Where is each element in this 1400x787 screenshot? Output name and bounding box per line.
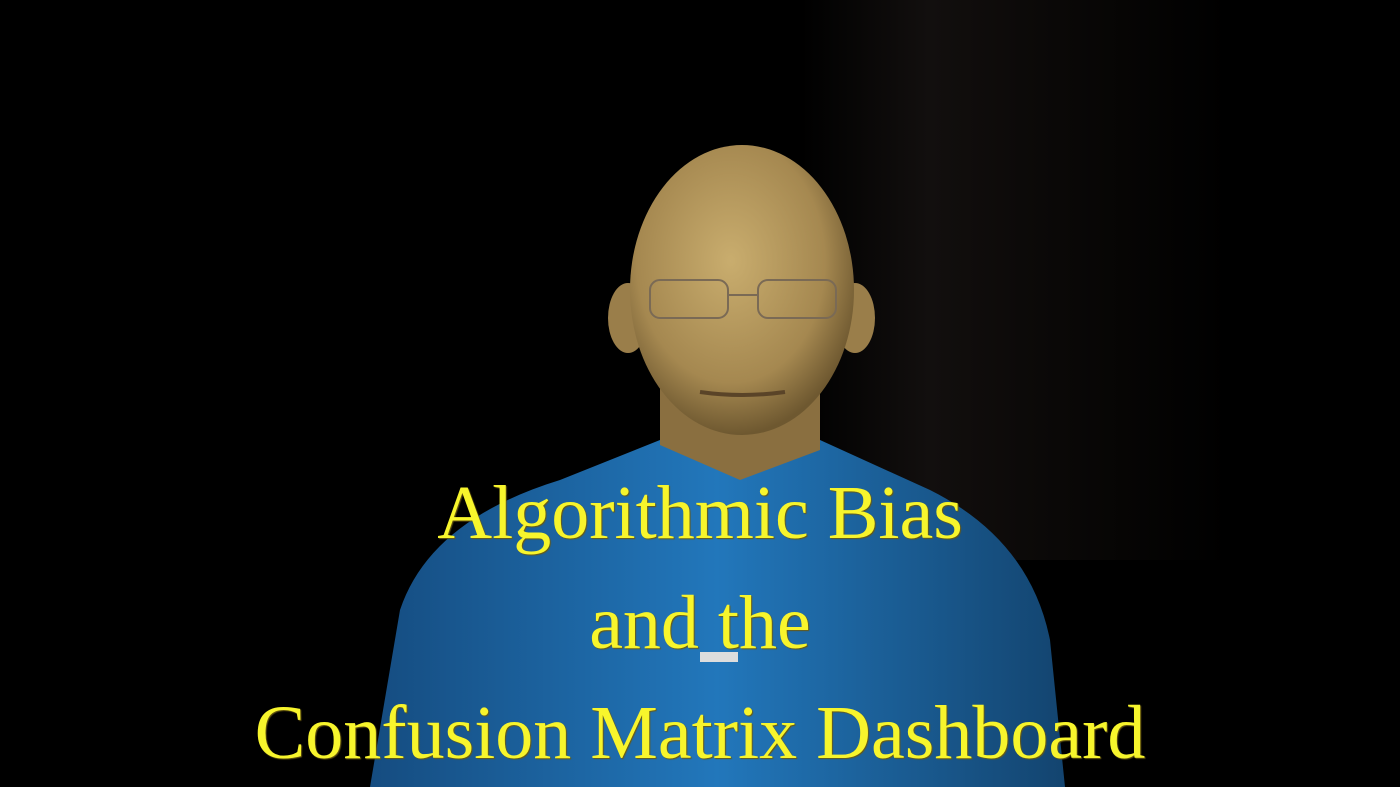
presenter-image <box>370 0 1230 787</box>
title-line-2: and the <box>589 581 811 665</box>
head <box>630 145 854 435</box>
title-line-1: Algorithmic Bias <box>437 471 963 555</box>
title-line-3: Confusion Matrix Dashboard <box>254 691 1146 775</box>
video-frame: Algorithmic Bias and the Confusion Matri… <box>0 0 1400 787</box>
